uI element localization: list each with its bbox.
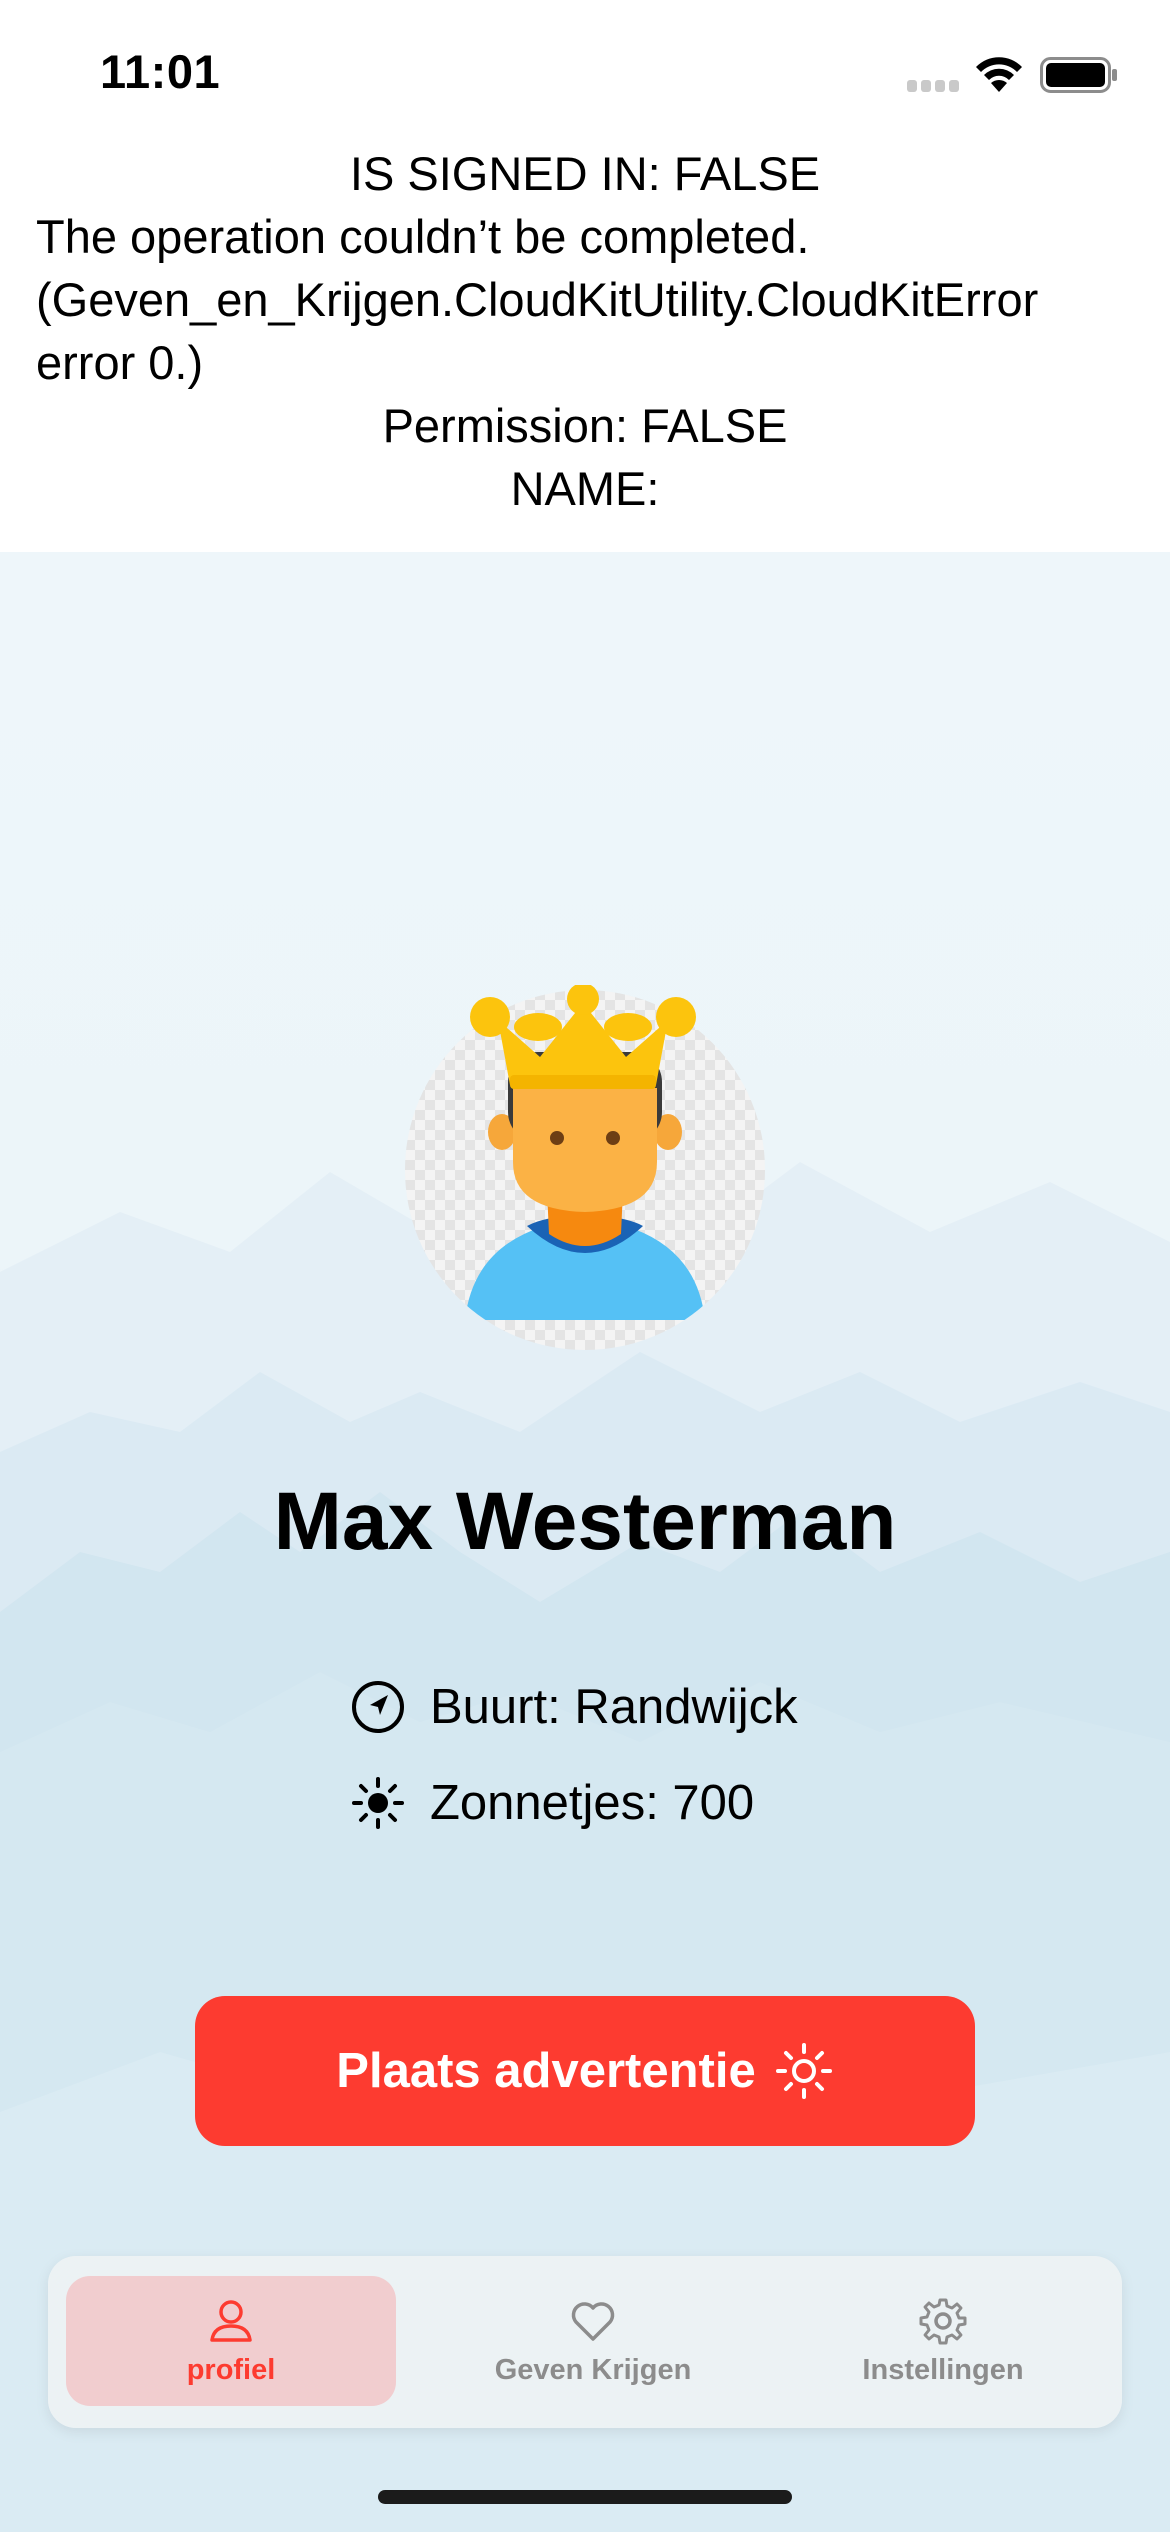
tab-instellingen[interactable]: Instellingen xyxy=(778,2276,1108,2406)
status-bar: 11:01 xyxy=(0,0,1170,150)
location-arrow-icon xyxy=(352,1681,404,1733)
permission-status: Permission: FALSE xyxy=(382,399,788,452)
zonnetjes-label: Zonnetjes: 700 xyxy=(430,1776,755,1830)
error-message-line-1: The operation couldn’t be completed. xyxy=(36,210,810,263)
name-status: NAME: xyxy=(510,462,660,515)
tab-label: Instellingen xyxy=(862,2353,1024,2386)
cellular-signal-icon xyxy=(907,80,959,92)
crown-icon xyxy=(470,985,696,1089)
home-indicator[interactable] xyxy=(378,2490,792,2504)
buurt-label: Buurt: Randwijck xyxy=(430,1680,798,1734)
tab-geven-krijgen[interactable]: Geven Krijgen xyxy=(428,2276,758,2406)
tab-profiel[interactable]: profiel xyxy=(66,2276,396,2406)
battery-icon xyxy=(1040,57,1117,93)
buurt-row: Buurt: Randwijck xyxy=(350,1672,798,1742)
plaats-advertentie-button[interactable]: Plaats advertentie xyxy=(195,1996,975,2146)
profile-name: Max Westerman xyxy=(273,1476,897,1567)
status-time: 11:01 xyxy=(100,45,221,98)
gear-icon xyxy=(919,2298,967,2344)
tab-bar: profiel Geven Krijgen Instellingen xyxy=(48,2256,1122,2428)
sun-icon xyxy=(352,1777,404,1829)
debug-info: IS SIGNED IN: FALSE The operation couldn… xyxy=(0,142,1170,520)
plaats-advertentie-label: Plaats advertentie xyxy=(336,2044,756,2098)
signed-in-status: IS SIGNED IN: FALSE xyxy=(349,147,821,200)
error-message-line-3: error 0.) xyxy=(36,336,204,389)
heart-icon xyxy=(571,2301,615,2341)
sun-icon xyxy=(775,2043,832,2099)
error-message-line-2: (Geven_en_Krijgen.CloudKitUtility.CloudK… xyxy=(36,273,1039,326)
tab-label: Geven Krijgen xyxy=(494,2353,692,2386)
zonnetjes-row: Zonnetjes: 700 xyxy=(350,1768,754,1838)
tab-label: profiel xyxy=(186,2353,276,2386)
person-icon xyxy=(210,2299,252,2342)
wifi-icon xyxy=(976,57,1022,92)
